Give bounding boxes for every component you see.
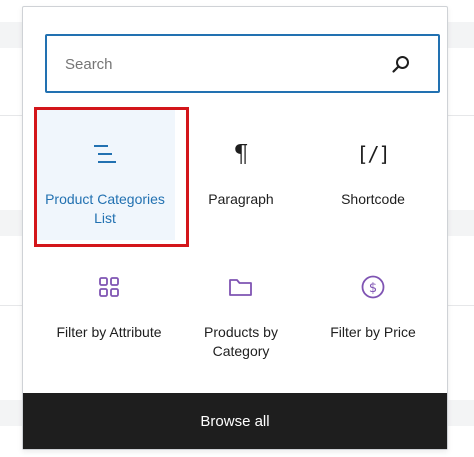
paragraph-icon: ¶ xyxy=(233,140,249,168)
grid-icon xyxy=(39,273,179,301)
block-inserter-popover: Product Categories List ¶ Paragraph [/] … xyxy=(22,6,448,450)
folder-icon xyxy=(171,273,311,301)
search-input[interactable] xyxy=(63,36,367,93)
block-filter-by-price[interactable]: $ Filter by Price xyxy=(303,243,443,373)
block-label: Paragraph xyxy=(208,191,274,207)
search-icon[interactable] xyxy=(390,53,412,75)
block-product-categories-list[interactable]: Product Categories List xyxy=(35,110,175,240)
svg-text:$: $ xyxy=(369,281,377,296)
block-label: Filter by Attribute xyxy=(56,324,162,340)
block-products-by-category[interactable]: Products by Category xyxy=(171,243,311,373)
block-label: Shortcode xyxy=(341,191,405,207)
block-shortcode[interactable]: [/] Shortcode xyxy=(303,110,443,240)
list-indent-icon xyxy=(35,140,175,168)
search-box xyxy=(45,34,440,93)
block-label: Filter by Price xyxy=(330,324,416,340)
dollar-circle-icon: $ xyxy=(303,273,443,301)
browse-all-button[interactable]: Browse all xyxy=(23,393,447,449)
block-label: Product Categories List xyxy=(45,191,165,226)
shortcode-icon: [/] xyxy=(356,142,390,166)
block-paragraph[interactable]: ¶ Paragraph xyxy=(171,110,311,240)
block-filter-by-attribute[interactable]: Filter by Attribute xyxy=(39,243,179,373)
block-label: Products by Category xyxy=(204,324,278,359)
